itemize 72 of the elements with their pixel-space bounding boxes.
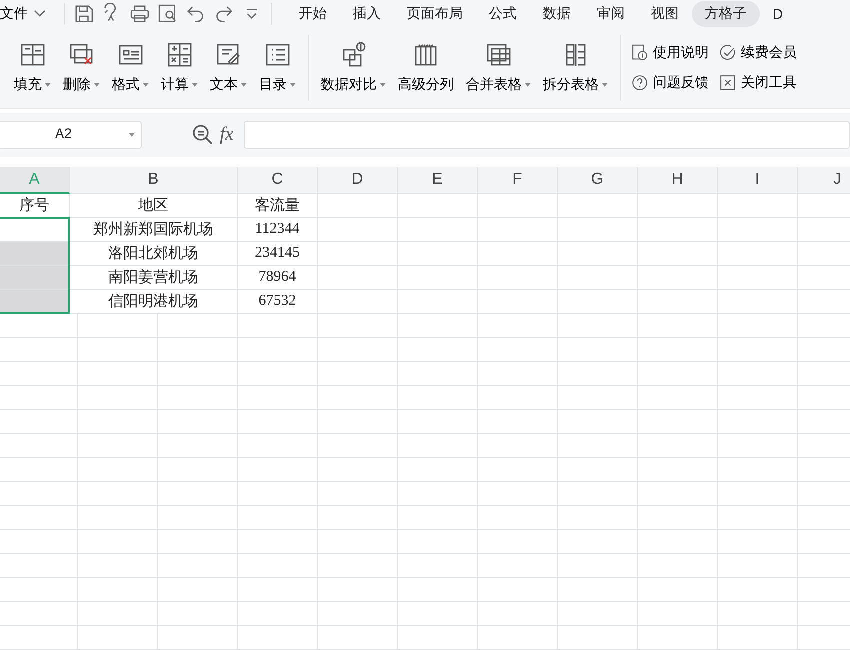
zoom-out-icon[interactable] [192, 124, 214, 146]
table-cell: 234145 [238, 242, 318, 266]
columns-icon [413, 42, 439, 68]
caret-icon [525, 83, 531, 87]
table-cell: 信阳明港机场 [70, 290, 238, 314]
ribbon-button[interactable]: 合并表格 [464, 40, 533, 96]
table-cell: 112344 [238, 218, 318, 242]
save-icon[interactable] [73, 3, 95, 25]
table-cell: 地区 [70, 194, 238, 218]
menu-tab[interactable]: 数据 [530, 1, 584, 27]
ribbon-button[interactable]: 文本 [208, 40, 249, 96]
caret-icon [94, 83, 100, 87]
table-cell: 南阳姜营机场 [70, 266, 238, 290]
ribbon-button[interactable]: 拆分表格 [541, 40, 610, 96]
caret-icon [602, 83, 608, 87]
list-icon [264, 42, 290, 68]
ribbon-button[interactable]: 填充 [12, 40, 53, 96]
close-box-icon [719, 74, 737, 92]
overlap-squares-icon [340, 42, 366, 68]
info-icon [631, 44, 649, 62]
ribbon-button[interactable]: 计算 [159, 40, 200, 96]
column-header[interactable]: D [318, 167, 398, 194]
caret-icon [290, 83, 296, 87]
table-cell: 67532 [238, 290, 318, 314]
name-box[interactable]: A2 [0, 121, 142, 149]
chevron-down-icon [34, 10, 46, 18]
check-circle-icon [719, 44, 737, 62]
column-header[interactable]: B [70, 167, 238, 194]
fx-label[interactable]: fx [220, 124, 234, 146]
menu-tab[interactable]: 方格子 [692, 1, 760, 27]
menu-tab[interactable]: 审阅 [584, 1, 638, 27]
column-header[interactable]: I [718, 167, 798, 194]
calculator-icon [166, 42, 192, 68]
menu-tab[interactable]: 插入 [340, 1, 394, 27]
caret-icon [241, 83, 247, 87]
ribbon-button[interactable]: 高级分列 [396, 40, 456, 96]
column-header[interactable]: C [238, 167, 318, 194]
column-header[interactable]: E [398, 167, 478, 194]
caret-icon [192, 83, 198, 87]
print-preview-icon[interactable] [157, 3, 179, 25]
file-menu[interactable]: 文件 [0, 5, 56, 23]
table-fill-icon [20, 42, 46, 68]
print-icon[interactable] [129, 3, 151, 25]
column-header[interactable]: H [638, 167, 718, 194]
menu-tab[interactable]: 开始 [286, 1, 340, 27]
caret-icon [129, 133, 135, 137]
menu-tab[interactable]: 公式 [476, 1, 530, 27]
table-cell: 序号 [0, 194, 70, 218]
caret-icon [143, 83, 149, 87]
caret-icon [45, 83, 51, 87]
column-header[interactable]: F [478, 167, 558, 194]
menu-tab[interactable]: D [760, 1, 796, 27]
ribbon-button[interactable]: 删除 [61, 40, 102, 96]
column-header[interactable]: G [558, 167, 638, 194]
ribbon-button[interactable]: 目录 [257, 40, 298, 96]
ribbon-link[interactable]: 使用说明 [631, 44, 709, 62]
ribbon-button[interactable]: 格式 [110, 40, 151, 96]
merge-table-icon [486, 42, 512, 68]
ribbon-link[interactable]: 关闭工具 [719, 74, 797, 92]
ribbon-link[interactable]: 续费会员 [719, 44, 797, 62]
column-header[interactable]: J [798, 167, 850, 194]
caret-icon [380, 83, 386, 87]
table-cell: 洛阳北郊机场 [70, 242, 238, 266]
ribbon-button[interactable]: 数据对比 [319, 40, 388, 96]
table-cell: 郑州新郑国际机场 [70, 218, 238, 242]
menu-tab[interactable]: 页面布局 [394, 1, 476, 27]
formula-input[interactable] [244, 121, 850, 149]
table-cell: 78964 [238, 266, 318, 290]
table-cell: 客流量 [238, 194, 318, 218]
help-icon [631, 74, 649, 92]
ribbon-link[interactable]: 问题反馈 [631, 74, 709, 92]
menu-tab[interactable]: 视图 [638, 1, 692, 27]
